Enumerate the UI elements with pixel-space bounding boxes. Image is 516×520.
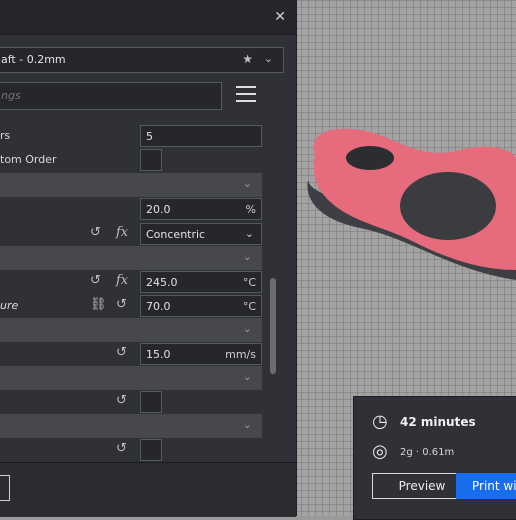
setting-unit: % [245, 203, 256, 216]
reset-icon[interactable]: ↺ [90, 273, 101, 288]
panel-titlebar: ✕ [0, 0, 296, 35]
chevron-down-icon: ⌄ [242, 418, 252, 431]
setting-value: Concentric [146, 228, 206, 241]
footer-button[interactable] [0, 475, 10, 501]
function-icon[interactable]: fx [116, 225, 128, 240]
chevron-down-icon: ⌄ [242, 322, 252, 335]
setting-row: ↺ 15.0 mm/s [0, 342, 262, 366]
setting-row: rs 5 [0, 124, 262, 148]
profile-label: aft - 0.2mm [1, 53, 66, 66]
menu-icon[interactable] [236, 86, 256, 104]
link-icon[interactable]: ⛓ [90, 297, 107, 312]
setting-row: tom Order [0, 148, 262, 172]
reset-icon[interactable]: ↺ [116, 345, 127, 360]
material-usage: 2g · 0.61m [400, 447, 455, 458]
setting-label: tom Order [0, 153, 57, 166]
setting-row: ↺ fx Concentric ⌄ [0, 222, 262, 246]
setting-field[interactable]: 5 [140, 125, 262, 147]
category-header[interactable]: ⌄ [0, 318, 262, 342]
setting-value: 70.0 [146, 300, 171, 313]
category-header[interactable]: ⌄ [0, 246, 262, 270]
setting-checkbox[interactable] [140, 149, 162, 171]
setting-unit: °C [242, 276, 256, 289]
chevron-down-icon: ⌄ [242, 250, 252, 263]
reset-icon[interactable]: ↺ [116, 441, 127, 456]
setting-row: 20.0 % [0, 197, 262, 221]
star-icon[interactable]: ★ [242, 52, 253, 66]
print-settings-panel: ✕ aft - 0.2mm ★ ⌄ rs 5 tom Order ⌄ 20.0 … [0, 0, 297, 517]
setting-value: 5 [146, 130, 153, 143]
search-field[interactable] [0, 82, 222, 110]
model-3d[interactable] [300, 110, 516, 290]
setting-value: 245.0 [146, 276, 178, 289]
setting-label: ure [0, 299, 19, 312]
reset-icon[interactable]: ↺ [116, 393, 127, 408]
clock-icon: ◷ [372, 411, 388, 432]
setting-value: 15.0 [146, 348, 171, 361]
close-icon[interactable]: ✕ [274, 9, 286, 25]
setting-field[interactable]: 245.0 °C [140, 271, 262, 293]
search-input[interactable] [0, 88, 213, 103]
reset-icon[interactable]: ↺ [116, 297, 127, 312]
setting-row: ↺ [0, 390, 262, 414]
panel-footer [0, 462, 296, 517]
setting-row: ure ⛓ ↺ 70.0 °C [0, 294, 262, 318]
category-header[interactable]: ⌄ [0, 414, 262, 438]
chevron-down-icon: ⌄ [263, 52, 273, 65]
setting-field[interactable]: 20.0 % [140, 198, 262, 220]
setting-unit: mm/s [225, 348, 256, 361]
setting-row: ↺ fx 245.0 °C [0, 270, 262, 294]
spool-icon: ◎ [372, 441, 388, 462]
chevron-down-icon: ⌄ [242, 177, 252, 190]
category-header[interactable]: ⌄ [0, 366, 262, 390]
setting-checkbox[interactable] [140, 391, 162, 413]
setting-value: 20.0 [146, 203, 171, 216]
function-icon[interactable]: fx [116, 273, 128, 288]
chevron-down-icon: ⌄ [244, 227, 254, 240]
setting-label: rs [0, 129, 11, 142]
setting-checkbox[interactable] [140, 439, 162, 461]
reset-icon[interactable]: ↺ [90, 225, 101, 240]
scrollbar[interactable] [270, 278, 276, 374]
setting-unit: °C [242, 300, 256, 313]
chevron-down-icon: ⌄ [242, 370, 252, 383]
setting-field[interactable]: 15.0 mm/s [140, 343, 262, 365]
print-button[interactable]: Print wit [456, 473, 516, 499]
setting-row: ↺ [0, 438, 262, 462]
print-summary-panel: ◷ 42 minutes ◎ 2g · 0.61m Preview Print … [353, 396, 516, 520]
setting-field[interactable]: 70.0 °C [140, 295, 262, 317]
profile-selector[interactable]: aft - 0.2mm ★ ⌄ [0, 47, 284, 73]
category-header[interactable]: ⌄ [0, 173, 262, 197]
print-time: 42 minutes [400, 415, 476, 429]
setting-dropdown[interactable]: Concentric ⌄ [140, 223, 262, 245]
